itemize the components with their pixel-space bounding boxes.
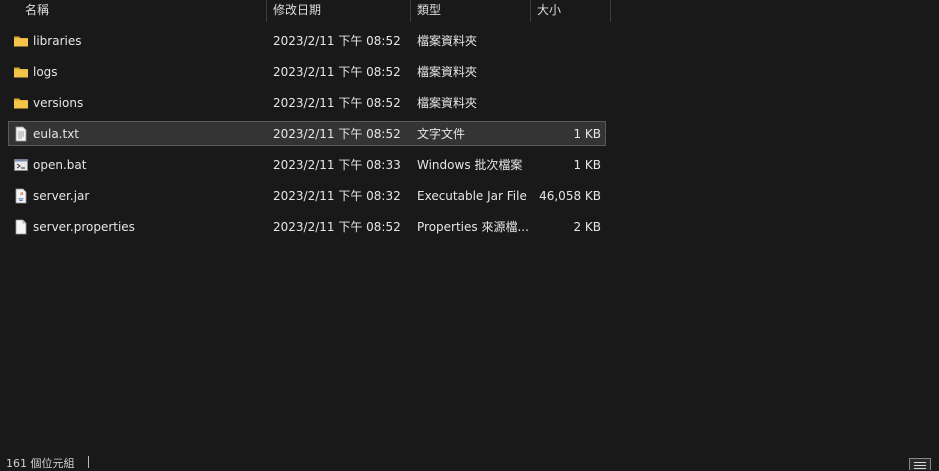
file-name: server.jar (33, 189, 90, 203)
file-date: 2023/2/11 下午 08:33 (273, 158, 401, 172)
batch-file-icon (13, 157, 29, 173)
column-header-type[interactable]: 類型 (411, 0, 531, 22)
file-row[interactable]: libraries 2023/2/11 下午 08:52 檔案資料夾 (8, 28, 606, 53)
java-jar-icon (13, 188, 29, 204)
file-size (511, 29, 601, 54)
file-name: versions (33, 96, 84, 110)
file-size (511, 91, 601, 116)
file-icon (13, 219, 29, 235)
file-name: eula.txt (33, 127, 80, 141)
sort-chevron-icon: ˅ (156, 0, 161, 8)
file-size: 46,058 KB (539, 189, 601, 203)
folder-icon (13, 95, 29, 111)
column-header-date[interactable]: 修改日期 (267, 0, 411, 22)
file-row[interactable]: logs 2023/2/11 下午 08:52 檔案資料夾 (8, 59, 606, 84)
column-header: 名稱 ˅ 修改日期 類型 大小 (0, 0, 939, 22)
file-row[interactable]: versions 2023/2/11 下午 08:52 檔案資料夾 (8, 90, 606, 115)
text-file-icon (13, 126, 29, 142)
status-item-count: 161 個位元組 (6, 457, 75, 470)
file-date: 2023/2/11 下午 08:32 (273, 189, 401, 203)
file-row[interactable]: server.properties 2023/2/11 下午 08:52 Prope… (8, 214, 606, 239)
file-name: server.properties (33, 220, 135, 234)
file-name: logs (33, 65, 58, 79)
status-divider (88, 456, 89, 468)
file-date: 2023/2/11 下午 08:52 (273, 96, 401, 110)
column-header-size[interactable]: 大小 (531, 0, 611, 22)
file-date: 2023/2/11 下午 08:52 (273, 34, 401, 48)
file-size (511, 60, 601, 85)
details-view-button[interactable] (909, 458, 931, 470)
file-row[interactable]: server.jar 2023/2/11 下午 08:32 Executable J… (8, 183, 606, 208)
column-header-name[interactable]: 名稱 ˅ (19, 0, 267, 22)
folder-icon (13, 33, 29, 49)
file-row[interactable]: open.bat 2023/2/11 下午 08:33 Windows 批次檔案 1 … (8, 152, 606, 177)
status-bar: 161 個位元組 (0, 456, 939, 470)
file-size: 1 KB (573, 127, 601, 141)
file-size: 1 KB (573, 158, 601, 172)
file-date: 2023/2/11 下午 08:52 (273, 220, 401, 234)
file-name: open.bat (33, 158, 87, 172)
file-date: 2023/2/11 下午 08:52 (273, 127, 401, 141)
folder-icon (13, 64, 29, 80)
file-name: libraries (33, 34, 82, 48)
file-row[interactable]: eula.txt 2023/2/11 下午 08:52 文字文件 1 KB (8, 121, 606, 146)
file-size: 2 KB (573, 220, 601, 234)
file-date: 2023/2/11 下午 08:52 (273, 65, 401, 79)
